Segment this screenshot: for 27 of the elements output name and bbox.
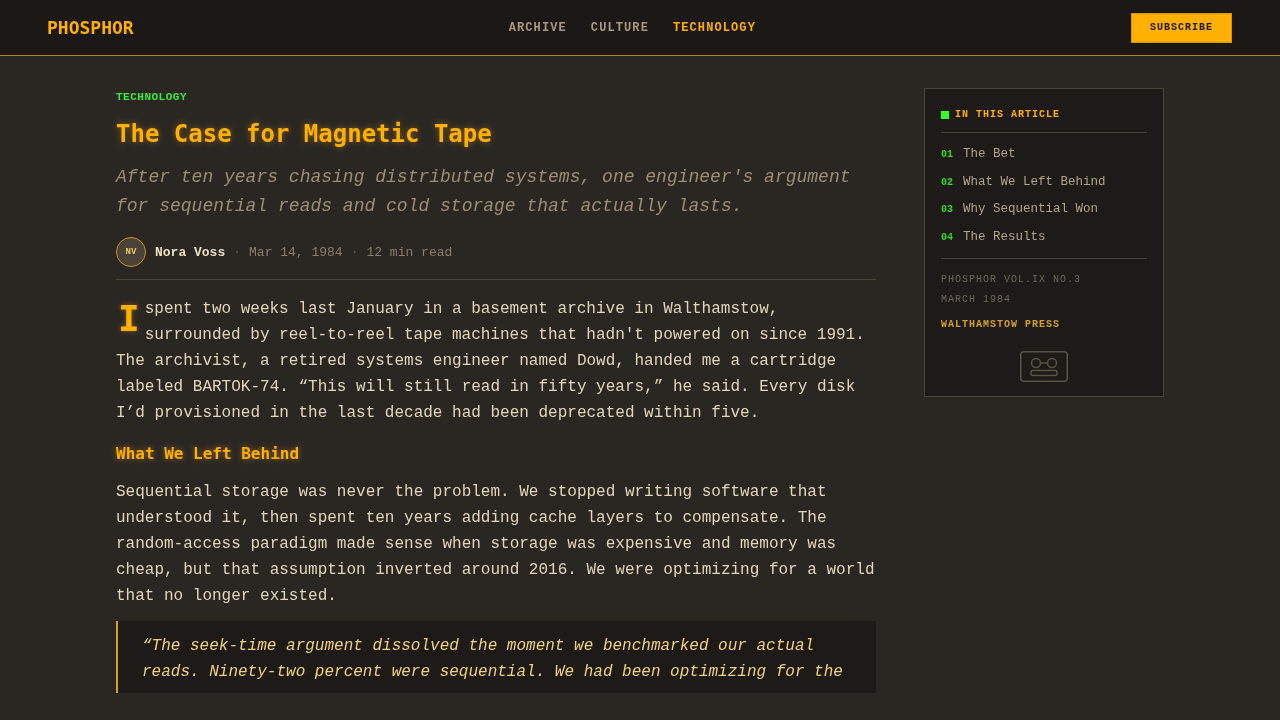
pull-quote: “The seek-time argument dissolved the moment we benchmarked our actual reads. Ninety-two percent were sequential. We had been optimizing for the: [116, 621, 876, 693]
toc-link[interactable]: 03 Why Sequential Won: [941, 196, 1099, 224]
article-meta: 12 min read: [366, 244, 453, 260]
toc-link[interactable]: 02 What We Left Behind: [941, 168, 1106, 196]
category-label[interactable]: TECHNOLOGY: [116, 90, 187, 104]
square-bullet-icon: [941, 111, 949, 119]
subscribe-button[interactable]: SUBSCRIBE: [1130, 12, 1232, 43]
nav-link[interactable]: TECHNOLOGY: [672, 20, 756, 35]
nav-link[interactable]: ARCHIVE: [508, 20, 567, 35]
author-name[interactable]: Nora Voss: [155, 244, 226, 260]
article-title: The Case for Magnetic Tape: [116, 119, 493, 150]
article-paragraph: Sequential storage was never the problem. We stopped writing software that understood it, then spent ten years adding cache layers to compensate. The random-access paradigm made sense when storage was expensive and memory was cheap, but that assumption inverted around 2016. We were optimizing for a world that no longer existed.: [116, 482, 876, 607]
toc-link[interactable]: 01 The Bet: [941, 141, 1016, 169]
panel-heading: IN THIS ARTICLE: [955, 108, 1060, 122]
article-meta: Mar 14, 1984: [249, 244, 343, 260]
section-heading: What We Left Behind: [116, 443, 301, 465]
toc-link[interactable]: 04 The Results: [941, 223, 1046, 251]
nav-link[interactable]: CULTURE: [590, 20, 649, 35]
publisher-name[interactable]: WALTHAMSTOW PRESS: [941, 315, 1147, 335]
article-subtitle: After ten years chasing distributed systems, one engineer's argument for sequential reads and cold storage that actually lasts.: [116, 166, 852, 218]
separator-dot: ·: [233, 244, 242, 260]
site-logo[interactable]: PHOSPHOR: [47, 17, 134, 38]
author-avatar: NV: [116, 237, 146, 267]
issue-info: MARCH 1984: [941, 293, 1012, 307]
cassette-icon: [1020, 351, 1068, 382]
issue-info: PHOSPHOR VOL.IX NO.3: [941, 273, 1083, 287]
separator-dot: ·: [350, 244, 359, 260]
